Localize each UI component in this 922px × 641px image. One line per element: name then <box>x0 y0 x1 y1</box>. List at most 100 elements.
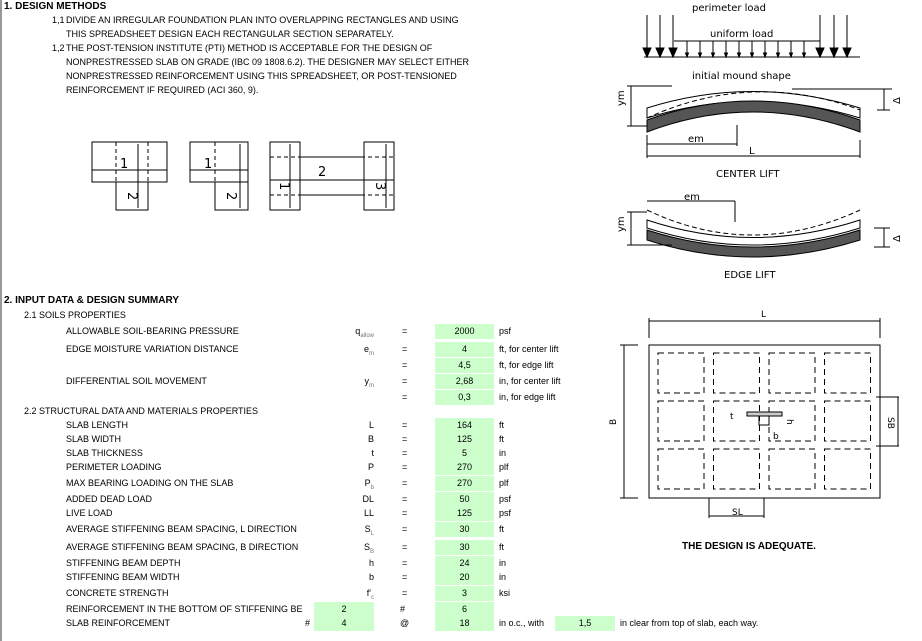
L-label: L <box>749 146 755 157</box>
item-text: THIS SPREADSHEET DESIGN EACH RECTANGULAR… <box>66 29 394 39</box>
param-label: STIFFENING BEAM WIDTH <box>66 572 180 582</box>
param-symbol: Pb <box>364 478 374 491</box>
arrow-head <box>710 52 716 59</box>
equals-sign: = <box>402 376 408 386</box>
param-unit: in <box>499 558 507 568</box>
param-value-input[interactable]: 125 <box>435 432 494 447</box>
param-label: ALLOWABLE SOIL-BEARING PRESSURE <box>66 326 239 336</box>
at-symbol: @ <box>400 618 410 628</box>
slab-h-label: h <box>784 419 794 425</box>
param-value-input[interactable]: 0,3 <box>435 390 494 405</box>
beam-reinf-label: REINFORCEMENT IN THE BOTTOM OF STIFFENIN… <box>66 604 303 614</box>
param-value-input[interactable]: 164 <box>435 418 494 433</box>
arrow-head <box>829 47 839 59</box>
param-value-input[interactable]: 30 <box>435 540 494 555</box>
slab-panel <box>824 352 871 394</box>
beam-reinf-bar-input[interactable]: 6 <box>435 602 494 617</box>
param-unit: psf <box>499 326 512 336</box>
equals-sign: = <box>402 478 408 488</box>
equals-sign: = <box>402 462 408 472</box>
equals-sign: = <box>402 326 408 336</box>
param-unit: ksi <box>499 588 510 598</box>
equals-sign: = <box>402 420 408 430</box>
arrow-head <box>815 47 825 59</box>
slab-panel <box>824 448 871 490</box>
irregular-plan-diagrams: 1 2 1 2 1 2 3 <box>91 141 395 211</box>
beam-reinf-count-input[interactable]: 2 <box>314 602 374 617</box>
slab-SL-label: SL <box>732 508 743 518</box>
slab-reinf-label: SLAB REINFORCEMENT <box>66 618 171 628</box>
arrow-head <box>775 52 781 59</box>
param-value-input[interactable]: 20 <box>435 570 494 585</box>
slab-panel <box>713 400 760 442</box>
param-unit: in <box>499 572 507 582</box>
param-value-input[interactable]: 30 <box>435 522 494 537</box>
param-unit: ft, for center lift <box>499 344 559 354</box>
param-unit: plf <box>499 462 509 472</box>
param-value-input[interactable]: 4 <box>435 342 494 357</box>
em-label: em <box>688 134 704 145</box>
equals-sign: = <box>402 542 408 552</box>
param-value-input[interactable]: 2,68 <box>435 374 494 389</box>
param-value-input[interactable]: 125 <box>435 506 494 521</box>
slab-clear-unit: in clear from top of slab, each way. <box>620 618 759 628</box>
param-value-input[interactable]: 270 <box>435 460 494 475</box>
arrow-head <box>668 47 678 59</box>
slab-reinf-unit: in o.c., with <box>499 618 545 628</box>
slab-reinf-bar-input[interactable]: 4 <box>314 616 374 631</box>
plan-label: 2 <box>223 192 238 200</box>
delta-label: Δ <box>892 97 903 104</box>
slab-plan-diagram: L B SL SB t h b <box>609 310 899 518</box>
arrow-head <box>762 52 768 59</box>
param-value-input[interactable]: 3 <box>435 586 494 601</box>
perimeter-load-label: perimeter load <box>692 3 766 14</box>
edge-lift-caption: EDGE LIFT <box>724 270 776 281</box>
slab-clear-input[interactable]: 1,5 <box>555 616 615 631</box>
param-symbol: LL <box>363 508 374 518</box>
param-label: DIFFERENTIAL SOIL MOVEMENT <box>66 376 207 386</box>
delta-label: Δ <box>892 235 903 242</box>
param-value-input[interactable]: 4,5 <box>435 358 494 373</box>
equals-sign: = <box>402 588 408 598</box>
param-unit: in, for edge lift <box>499 392 556 402</box>
slab-panel <box>657 400 705 442</box>
param-value-input[interactable]: 24 <box>435 556 494 571</box>
param-label: ADDED DEAD LOAD <box>66 494 153 504</box>
param-symbol: SB <box>363 542 374 555</box>
param-label: SLAB LENGTH <box>66 420 129 430</box>
param-value-input[interactable]: 270 <box>435 476 494 491</box>
param-symbol: qallow <box>355 326 374 339</box>
slab-panel <box>657 448 705 490</box>
param-value-input[interactable]: 2000 <box>435 324 494 339</box>
param-unit: ft <box>499 434 505 444</box>
structural-title: 2.2 STRUCTURAL DATA AND MATERIALS PROPER… <box>24 406 259 416</box>
param-value-input[interactable]: 50 <box>435 492 494 507</box>
slab-b-label: b <box>773 432 779 442</box>
arrow-head <box>642 47 652 59</box>
param-unit: ft <box>499 542 505 552</box>
param-unit: ft, for edge lift <box>499 360 554 370</box>
param-label: SLAB WIDTH <box>66 434 122 444</box>
slab-reinf-spacing-input[interactable]: 18 <box>435 616 494 631</box>
param-symbol: em <box>363 344 374 357</box>
center-edge-lift-diagram: perimeter load uniform load initial moun… <box>616 3 903 281</box>
equals-sign: = <box>402 558 408 568</box>
arrow-head <box>697 52 703 59</box>
param-symbol: SL <box>364 524 374 537</box>
item-text: NONPRESTRESSED REINFORCEMENT USING THIS … <box>66 71 457 81</box>
param-label: EDGE MOISTURE VARIATION DISTANCE <box>66 344 239 354</box>
plan-label: 1 <box>276 182 291 190</box>
soils-title: 2.1 SOILS PROPERTIES <box>24 310 126 320</box>
item-number: 1,2 <box>52 43 65 53</box>
param-unit: in <box>499 448 507 458</box>
param-value-input[interactable]: 5 <box>435 446 494 461</box>
equals-sign: = <box>402 448 408 458</box>
hash-symbol: # <box>400 604 406 614</box>
arrow-head <box>736 52 742 59</box>
param-unit: psf <box>499 494 512 504</box>
equals-sign: = <box>402 494 408 504</box>
center-lift-caption: CENTER LIFT <box>716 169 780 180</box>
plan-label: 1 <box>204 157 212 172</box>
param-symbol: b <box>368 572 374 582</box>
param-label: PERIMETER LOADING <box>66 462 162 472</box>
